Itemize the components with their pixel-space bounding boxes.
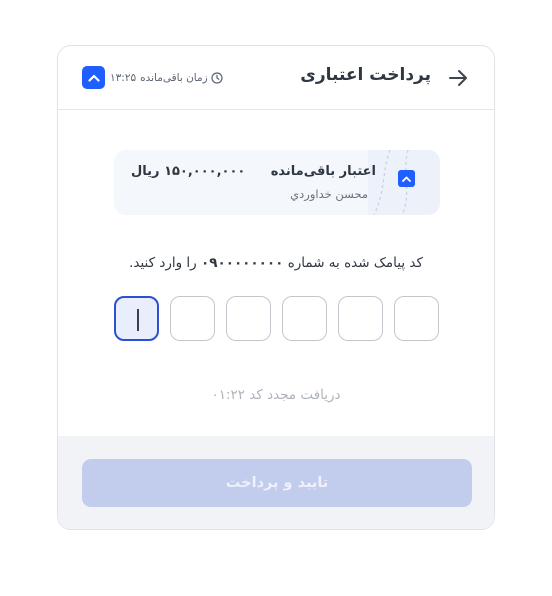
- page-title: پرداخت اعتباری: [300, 65, 431, 85]
- remaining-time: زمان باقی‌مانده ۱۳:۲۵: [110, 70, 223, 86]
- resend-countdown: ۰۱:۲۲: [211, 387, 245, 403]
- footer: تایید و پرداخت: [58, 436, 494, 529]
- chevron-up-icon: [402, 176, 411, 182]
- otp-input-group: [114, 296, 441, 343]
- collapse-button[interactable]: [82, 66, 105, 89]
- chevron-up-icon: [87, 74, 100, 82]
- phone-number: ۰۹۰۰۰۰۰۰۰۰: [200, 255, 284, 271]
- remaining-credit-box: اعتبار باقی‌مانده محسن خداوردي ۱۵۰,۰۰۰,۰…: [114, 150, 440, 215]
- otp-digit-2[interactable]: [338, 296, 383, 341]
- header: پرداخت اعتباری زمان باقی‌مانده ۱۳:۲۵: [58, 46, 494, 110]
- clock-icon: [211, 72, 223, 84]
- resend-label: دریافت مجدد کد: [249, 387, 341, 403]
- credit-expand-button[interactable]: [398, 170, 415, 187]
- sms-prefix: کد پیامک شده به شماره: [287, 255, 423, 271]
- credit-label: اعتبار باقی‌مانده: [270, 164, 376, 179]
- sms-suffix: را وارد کنید.: [129, 255, 197, 271]
- sms-instruction: کد پیامک شده به شماره ۰۹۰۰۰۰۰۰۰۰ را وارد…: [58, 255, 494, 271]
- text-caret: [137, 309, 139, 331]
- credit-owner: محسن خداوردي: [290, 187, 368, 201]
- credit-amount: ۱۵۰,۰۰۰,۰۰۰ ریال: [131, 164, 246, 179]
- otp-digit-6[interactable]: [114, 296, 159, 341]
- timer-label: زمان باقی‌مانده: [140, 72, 208, 84]
- otp-digit-4[interactable]: [226, 296, 271, 341]
- back-arrow-icon[interactable]: [448, 68, 468, 88]
- payment-card: پرداخت اعتباری زمان باقی‌مانده ۱۳:۲۵: [57, 45, 495, 530]
- otp-digit-5[interactable]: [170, 296, 215, 341]
- otp-digit-1[interactable]: [394, 296, 439, 341]
- otp-digit-3[interactable]: [282, 296, 327, 341]
- timer-value: ۱۳:۲۵: [110, 72, 137, 84]
- confirm-payment-button[interactable]: تایید و پرداخت: [82, 459, 472, 507]
- resend-code: دریافت مجدد کد ۰۱:۲۲: [58, 387, 494, 403]
